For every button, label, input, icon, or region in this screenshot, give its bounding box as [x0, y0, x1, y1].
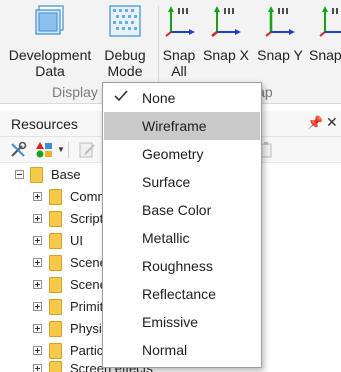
menu-item-label: Base Color [142, 202, 212, 218]
expand-icon[interactable] [33, 280, 42, 289]
folder-icon [49, 255, 62, 271]
expand-icon[interactable] [33, 236, 42, 245]
menu-item-label: None [142, 90, 176, 106]
menu-item-label: Surface [142, 174, 191, 190]
folder-icon [49, 277, 62, 293]
folder-icon [49, 299, 62, 315]
snap-all-icon [165, 6, 195, 37]
menu-item-base-color[interactable]: Base Color [104, 196, 260, 224]
toolbar-separator [68, 142, 69, 158]
snap-z-label: Snap [309, 47, 341, 63]
tree-label: Script [70, 211, 104, 226]
snap-y-icon [265, 6, 295, 37]
tree-label: Base [51, 167, 81, 182]
expand-icon[interactable] [33, 214, 42, 223]
collapse-icon[interactable] [15, 170, 24, 179]
debug-mode-label-1: Debug [104, 47, 146, 63]
debug-mode-menu: None Wireframe Geometry Surface Base Col… [102, 82, 262, 368]
snap-all-button[interactable]: Snap All [159, 0, 199, 84]
snap-y-button[interactable]: Snap Y [253, 0, 307, 84]
development-data-icon [35, 5, 64, 35]
menu-item-geometry[interactable]: Geometry [104, 140, 260, 168]
group-label-display: Display [52, 84, 98, 100]
development-data-button[interactable]: Development Data [2, 0, 98, 84]
resources-panel-title: Resources [11, 116, 78, 132]
debug-mode-icon [109, 5, 141, 37]
snap-x-icon [211, 6, 241, 38]
checkmark-icon [114, 90, 128, 102]
expand-icon[interactable] [33, 346, 42, 355]
close-icon[interactable]: ✕ [326, 114, 338, 131]
menu-item-label: Metallic [142, 230, 190, 246]
tree-label: Partic [70, 343, 104, 358]
menu-item-label: Wireframe [142, 118, 207, 134]
expand-icon[interactable] [33, 258, 42, 267]
snap-z-icon [319, 6, 341, 37]
debug-mode-label-2: Mode [107, 63, 143, 79]
menu-item-metallic[interactable]: Metallic [104, 224, 260, 252]
shapes-icon[interactable] [35, 141, 55, 159]
debug-mode-button[interactable]: Debug Mode [99, 0, 151, 84]
menu-item-label: Roughness [142, 258, 213, 274]
menu-item-roughness[interactable]: Roughness [104, 252, 260, 280]
folder-icon [49, 233, 62, 249]
snap-all-label-2: All [171, 63, 187, 79]
menu-item-reflectance[interactable]: Reflectance [104, 280, 260, 308]
expand-icon[interactable] [33, 302, 42, 311]
tree-label: UI [70, 233, 83, 248]
expand-icon[interactable] [33, 192, 42, 201]
dropdown-arrow-icon[interactable]: ▼ [57, 145, 65, 154]
folder-icon [49, 211, 62, 227]
pin-icon[interactable]: 📌 [307, 115, 323, 131]
menu-item-label: Emissive [142, 314, 199, 330]
snap-z-button[interactable]: Snap [307, 0, 341, 84]
tools-icon[interactable] [9, 141, 27, 159]
expand-icon[interactable] [33, 364, 42, 372]
snap-all-label-1: Snap [162, 47, 196, 63]
menu-item-normal[interactable]: Normal [104, 336, 260, 364]
development-data-label-1: Development [8, 47, 92, 63]
menu-item-label: Normal [142, 342, 188, 358]
menu-item-label: Geometry [142, 146, 204, 162]
paste-icon[interactable] [260, 142, 274, 158]
menu-item-label: Reflectance [142, 286, 216, 302]
development-data-label-2: Data [35, 63, 65, 79]
menu-item-emissive[interactable]: Emissive [104, 308, 260, 336]
menu-item-none[interactable]: None [104, 84, 260, 112]
snap-x-label: Snap X [203, 47, 249, 63]
folder-icon [30, 167, 43, 183]
snap-x-button[interactable]: Snap X [199, 0, 253, 84]
folder-icon [49, 343, 62, 359]
tree-label: Physi [70, 321, 102, 336]
folder-icon [49, 189, 62, 205]
snap-y-label: Snap Y [257, 47, 303, 63]
menu-item-wireframe[interactable]: Wireframe [104, 112, 260, 140]
folder-icon [49, 361, 62, 372]
edit-icon[interactable] [78, 141, 96, 159]
menu-item-surface[interactable]: Surface [104, 168, 260, 196]
expand-icon[interactable] [33, 324, 42, 333]
tree-label: Primit [70, 299, 104, 314]
folder-icon [49, 321, 62, 337]
